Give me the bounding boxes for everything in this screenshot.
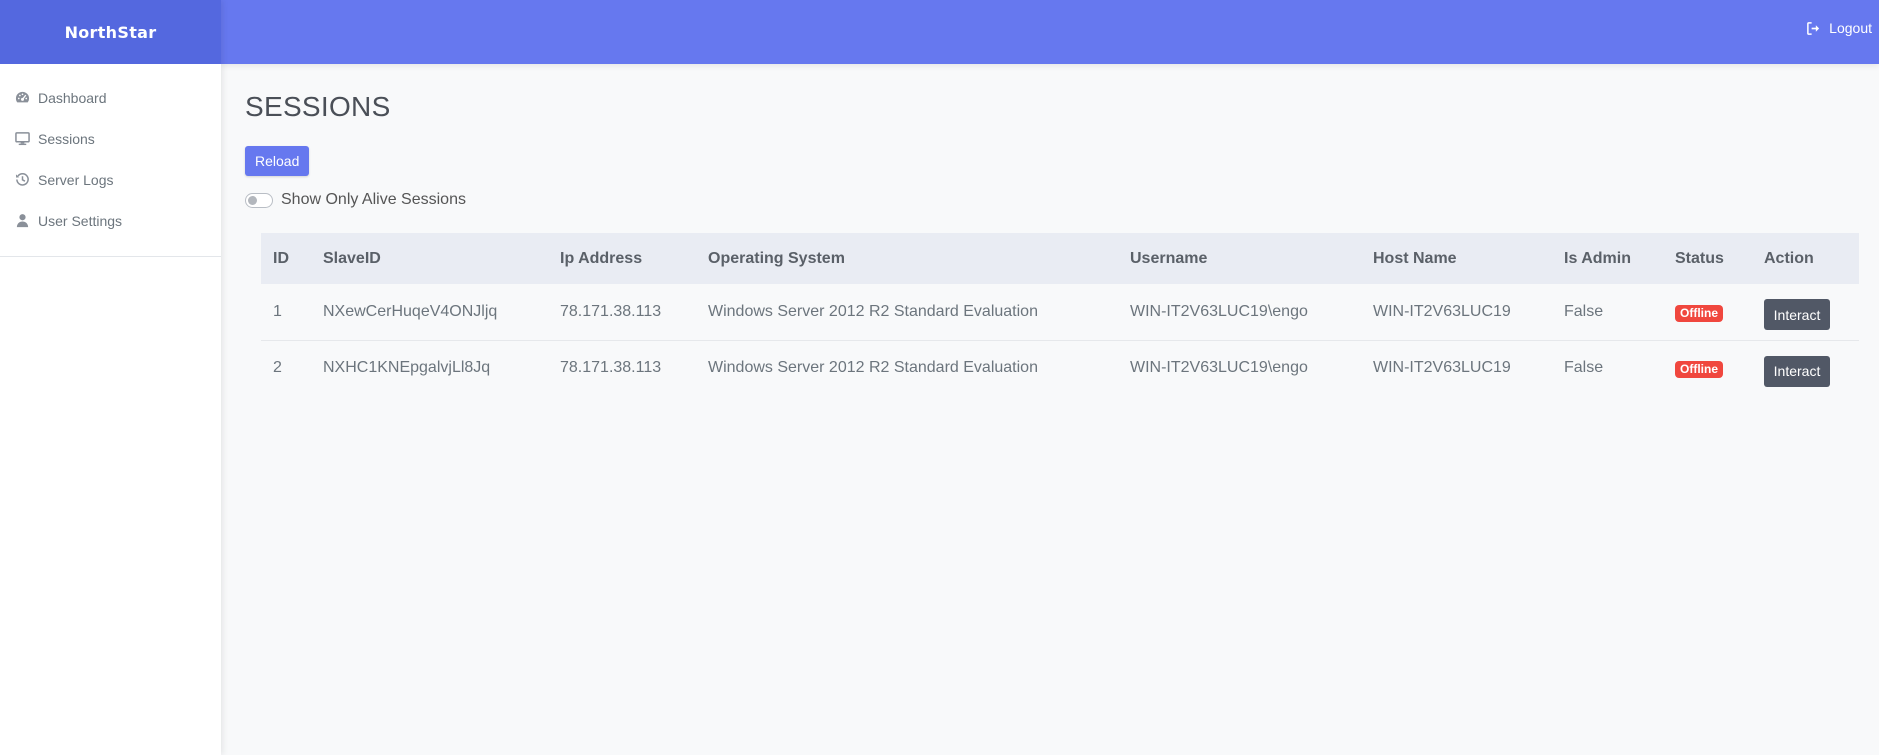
brand-logo[interactable]: NorthStar: [0, 0, 221, 64]
main-content: SESSIONS Reload Show Only Alive Sessions…: [245, 64, 1859, 387]
column-header-ip-address: Ip Address: [560, 249, 643, 267]
interact-button[interactable]: Interact: [1764, 355, 1830, 387]
sidebar-item-label: User Settings: [38, 212, 123, 229]
alive-sessions-filter: Show Only Alive Sessions: [245, 191, 1859, 209]
cell-ip-address: 78.171.38.113: [548, 284, 696, 341]
cell-host-name: WIN-IT2V63LUC19: [1361, 284, 1552, 341]
table-row: 2 NXHC1KNEpgalvjLl8Jq 78.171.38.113 Wind…: [261, 340, 1859, 396]
column-header-username: Username: [1130, 249, 1208, 267]
reload-button[interactable]: Reload: [245, 146, 310, 176]
column-header-operating-system: Operating System: [708, 249, 845, 267]
sessions-table: ID SlaveID Ip Address Operating System U…: [261, 233, 1859, 396]
cell-action: Interact: [1752, 340, 1859, 396]
column-header-is-admin: Is Admin: [1564, 249, 1631, 267]
cell-is-admin: False: [1564, 359, 1604, 377]
cell-id: 1: [261, 284, 311, 341]
sidebar-item-label: Sessions: [38, 130, 95, 147]
sign-out-icon: [1806, 21, 1821, 36]
cell-slave-id: NXewCerHuqeV4ONJljq: [311, 284, 548, 341]
table-header-row: ID SlaveID Ip Address Operating System U…: [261, 233, 1859, 284]
alive-sessions-toggle[interactable]: [245, 192, 273, 208]
cell-ip-address: 78.171.38.113: [560, 359, 662, 377]
column-header-status: Status: [1675, 249, 1724, 267]
desktop-icon: [14, 131, 30, 147]
sidebar-item-user-settings[interactable]: User Settings: [0, 200, 221, 241]
interact-button[interactable]: Interact: [1764, 299, 1830, 331]
history-icon: [14, 172, 30, 188]
cell-action: Interact: [1752, 284, 1859, 341]
cell-username: WIN-IT2V63LUC19\engo: [1118, 284, 1361, 341]
sidebar-item-label: Server Logs: [38, 171, 114, 188]
sidebar: NorthStar Dashboard Sessions Server Logs…: [0, 0, 221, 755]
sidebar-item-label: Dashboard: [38, 89, 107, 106]
top-navbar: Logout: [221, 0, 1879, 64]
sidebar-item-server-logs[interactable]: Server Logs: [0, 159, 221, 200]
sidebar-item-dashboard[interactable]: Dashboard: [0, 77, 221, 118]
cell-operating-system: Windows Server 2012 R2 Standard Evaluati…: [696, 284, 1118, 341]
cell-username: WIN-IT2V63LUC19\engo: [1130, 359, 1308, 377]
cell-is-admin: False: [1552, 284, 1663, 341]
status-badge: Offline: [1675, 361, 1723, 379]
status-badge: Offline: [1675, 304, 1723, 322]
logout-link[interactable]: Logout: [1806, 20, 1872, 36]
cell-status: Offline: [1663, 284, 1752, 341]
sidebar-item-sessions[interactable]: Sessions: [0, 118, 221, 159]
toggle-knob: [248, 195, 257, 205]
cell-slave-id: NXHC1KNEpgalvjLl8Jq: [323, 359, 491, 377]
user-icon: [14, 213, 30, 229]
toggle-label[interactable]: Show Only Alive Sessions: [281, 191, 466, 209]
table-row: 1 NXewCerHuqeV4ONJljq 78.171.38.113 Wind…: [261, 284, 1859, 341]
cell-operating-system: Windows Server 2012 R2 Standard Evaluati…: [708, 359, 1038, 377]
column-header-slave-id: SlaveID: [323, 249, 381, 267]
column-header-id: ID: [273, 249, 289, 267]
page-title: SESSIONS: [245, 91, 391, 122]
cell-host-name: WIN-IT2V63LUC19: [1373, 359, 1511, 377]
sidebar-nav: Dashboard Sessions Server Logs User Sett…: [0, 64, 221, 257]
cell-id: 2: [273, 359, 282, 377]
cell-status: Offline: [1663, 340, 1752, 396]
column-header-host-name: Host Name: [1373, 249, 1457, 267]
tachometer-icon: [14, 90, 30, 106]
logout-label: Logout: [1829, 20, 1872, 36]
column-header-action: Action: [1764, 249, 1814, 267]
